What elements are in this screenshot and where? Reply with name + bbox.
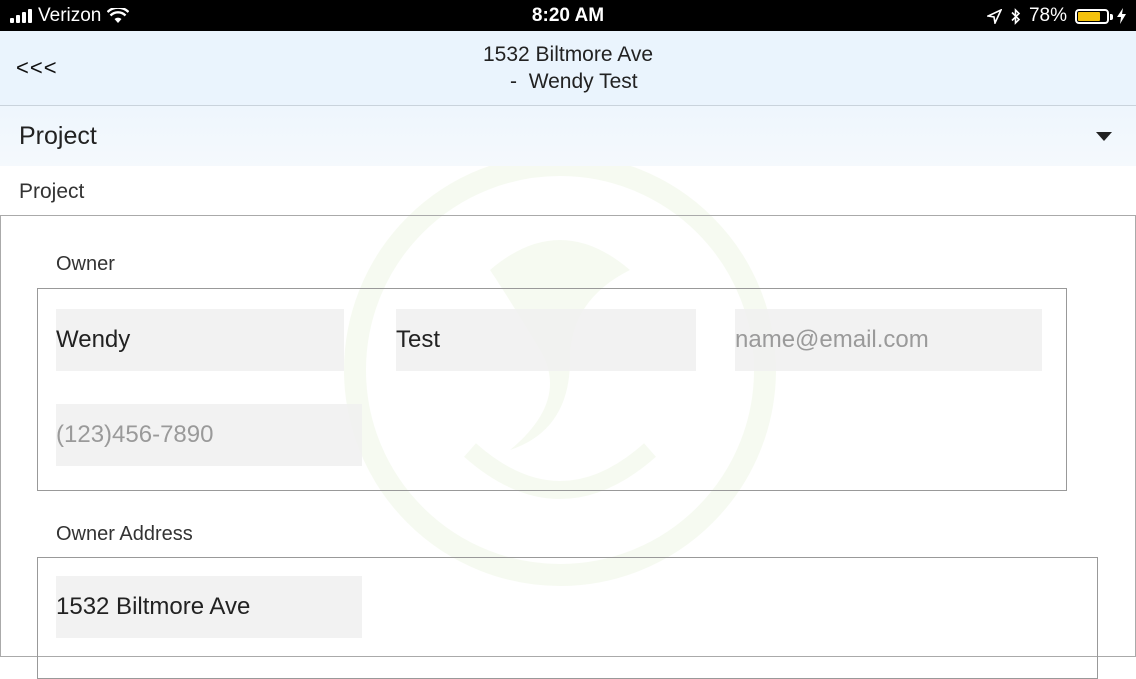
chevron-down-icon[interactable] [1096,132,1112,141]
last-name-field[interactable]: Test [396,309,696,371]
street-address-value: 1532 Biltmore Ave [56,593,251,620]
phone-placeholder: (123)456-7890 [56,421,214,448]
bluetooth-icon [1011,7,1021,25]
battery-percent: 78% [1028,5,1067,26]
owner-address-label: Owner Address [56,523,193,545]
project-label: Project [19,180,85,203]
owner-label: Owner [56,253,115,275]
status-time: 8:20 AM [531,5,605,26]
email-field[interactable]: name@email.com [735,309,1042,371]
first-name-field[interactable]: Wendy [56,309,344,371]
last-name-value: Test [396,326,441,353]
status-bar: Verizon 8:20 AM 78% [0,0,1136,31]
battery-icon [1075,8,1113,24]
street-address-field[interactable]: 1532 Biltmore Ave [56,576,362,638]
project-section-header[interactable]: Project [0,106,1136,166]
charging-bolt-icon [1117,8,1126,24]
page-title-owner: - Wendy Test [498,70,638,93]
status-right: 78% [986,5,1126,27]
section-title: Project [19,122,97,150]
location-arrow-icon [986,8,1002,24]
nav-header: <<< 1532 Biltmore Ave - Wendy Test [0,31,1136,106]
first-name-value: Wendy [56,326,131,353]
email-placeholder: name@email.com [735,326,929,353]
phone-field[interactable]: (123)456-7890 [56,404,362,466]
page-title: 1532 Biltmore Ave - Wendy Test [0,41,1136,95]
page-title-address: 1532 Biltmore Ave [482,43,654,66]
